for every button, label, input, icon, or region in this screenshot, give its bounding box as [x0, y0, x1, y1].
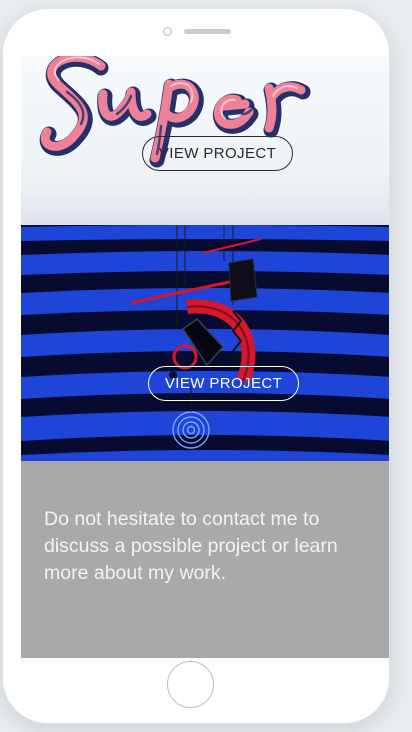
phone-top-bezel — [3, 9, 389, 55]
striped-sculpture-image — [21, 225, 389, 461]
view-project-button-stripes[interactable]: VIEW PROJECT — [148, 366, 299, 401]
project-card-stripes: VIEW PROJECT — [21, 225, 389, 461]
project-card-super: VIEW PROJECT — [21, 56, 389, 225]
home-button[interactable] — [167, 661, 214, 708]
phone-frame: VIEW PROJECT VIEW PROJECT Do not hesitat… — [2, 8, 390, 724]
contact-section: Do not hesitate to contact me to discuss… — [21, 461, 389, 658]
earpiece-speaker — [184, 29, 231, 34]
contact-message: Do not hesitate to contact me to discuss… — [44, 508, 338, 584]
view-project-button-super[interactable]: VIEW PROJECT — [142, 136, 293, 171]
front-camera — [163, 27, 172, 36]
phone-screen: VIEW PROJECT VIEW PROJECT Do not hesitat… — [21, 56, 389, 658]
